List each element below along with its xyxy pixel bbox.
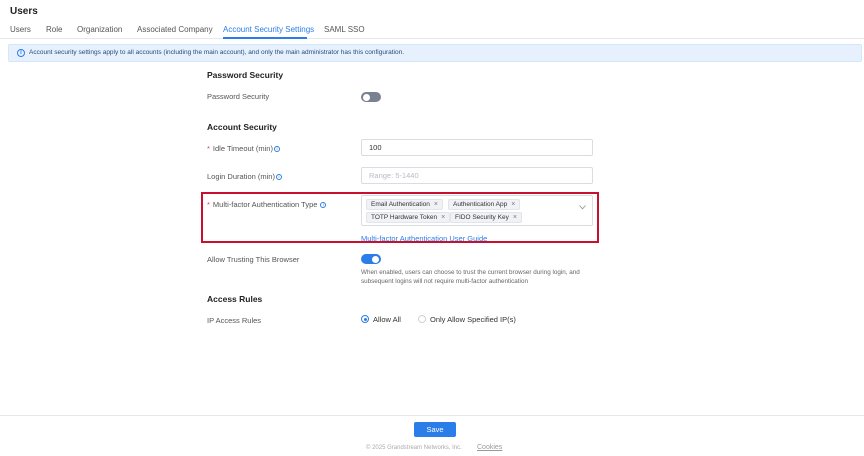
chip-label: FIDO Security Key — [455, 214, 509, 221]
save-button[interactable]: Save — [414, 422, 456, 437]
cookies-link[interactable]: Cookies — [477, 444, 502, 451]
tab-users[interactable]: Users — [10, 25, 31, 34]
tab-account-security-settings[interactable]: Account Security Settings — [223, 25, 314, 34]
allow-trusting-label: Allow Trusting This Browser — [207, 255, 300, 264]
page-title: Users — [10, 6, 38, 17]
idle-timeout-input[interactable] — [361, 139, 593, 156]
help-circle-icon[interactable]: i — [273, 146, 280, 152]
active-tab-indicator — [223, 37, 307, 39]
allow-trusting-toggle[interactable] — [361, 254, 381, 264]
info-circle-icon: i — [17, 49, 25, 57]
mfa-type-label: * Multi-factor Authentication Type i — [207, 200, 327, 209]
password-security-section-title: Password Security — [207, 70, 284, 80]
allow-trusting-help-text: When enabled, users can choose to trust … — [361, 269, 580, 285]
toggle-knob — [363, 93, 370, 101]
chip-label: Email Authentication — [371, 201, 430, 208]
login-duration-input[interactable] — [361, 167, 593, 184]
mfa-type-select[interactable]: Email Authentication × Authentication App… — [361, 195, 593, 226]
login-duration-label: Login Duration (min) i — [207, 172, 282, 181]
mfa-chip-authenticator-app: Authentication App × — [448, 199, 521, 210]
account-security-section-title: Account Security — [207, 122, 277, 132]
tab-associated-company[interactable]: Associated Company — [137, 25, 213, 34]
access-rules-section-title: Access Rules — [207, 294, 263, 304]
mfa-user-guide-link[interactable]: Multi-factor Authentication User Guide — [361, 234, 487, 243]
tab-organization[interactable]: Organization — [77, 25, 122, 34]
idle-timeout-label-text: Idle Timeout (min) — [212, 144, 273, 153]
radio-only-specified-ips[interactable]: Only Allow Specified IP(s) — [418, 315, 516, 324]
close-icon[interactable]: × — [511, 200, 515, 209]
copyright-text: © 2025 Grandstream Networks, Inc. — [366, 445, 462, 451]
required-asterisk: * — [207, 200, 210, 209]
radio-allow-all[interactable]: Allow All — [361, 315, 401, 324]
radio-label: Allow All — [373, 315, 401, 324]
close-icon[interactable]: × — [513, 213, 517, 222]
idle-timeout-label: * Idle Timeout (min) i — [207, 144, 280, 153]
toggle-knob — [372, 255, 379, 263]
password-security-label: Password Security — [207, 92, 270, 101]
help-circle-icon[interactable]: i — [275, 174, 282, 180]
chip-label: TOTP Hardware Token — [371, 214, 438, 221]
tab-role[interactable]: Role — [46, 25, 62, 34]
tab-saml-sso[interactable]: SAML SSO — [324, 25, 365, 34]
login-duration-label-text: Login Duration (min) — [207, 172, 275, 181]
chip-label: Authentication App — [453, 201, 508, 208]
footer-divider — [0, 415, 864, 416]
close-icon[interactable]: × — [434, 200, 438, 209]
radio-label: Only Allow Specified IP(s) — [430, 315, 516, 324]
password-security-toggle[interactable] — [361, 92, 381, 102]
mfa-type-label-text: Multi-factor Authentication Type — [212, 200, 318, 209]
tab-bar: Users Role Organization Associated Compa… — [0, 20, 864, 39]
required-asterisk: * — [207, 144, 210, 153]
radio-unchecked-icon — [418, 315, 426, 323]
chevron-down-icon[interactable] — [579, 204, 586, 211]
mfa-chip-fido: FIDO Security Key × — [450, 212, 522, 223]
info-banner-text: Account security settings apply to all a… — [29, 49, 405, 56]
info-banner: i Account security settings apply to all… — [8, 44, 862, 62]
help-circle-icon[interactable]: i — [320, 202, 327, 208]
radio-checked-icon — [361, 315, 369, 323]
ip-access-rules-label: IP Access Rules — [207, 316, 262, 325]
mfa-chip-totp: TOTP Hardware Token × — [366, 212, 451, 223]
mfa-chip-email: Email Authentication × — [366, 199, 443, 210]
close-icon[interactable]: × — [441, 213, 445, 222]
